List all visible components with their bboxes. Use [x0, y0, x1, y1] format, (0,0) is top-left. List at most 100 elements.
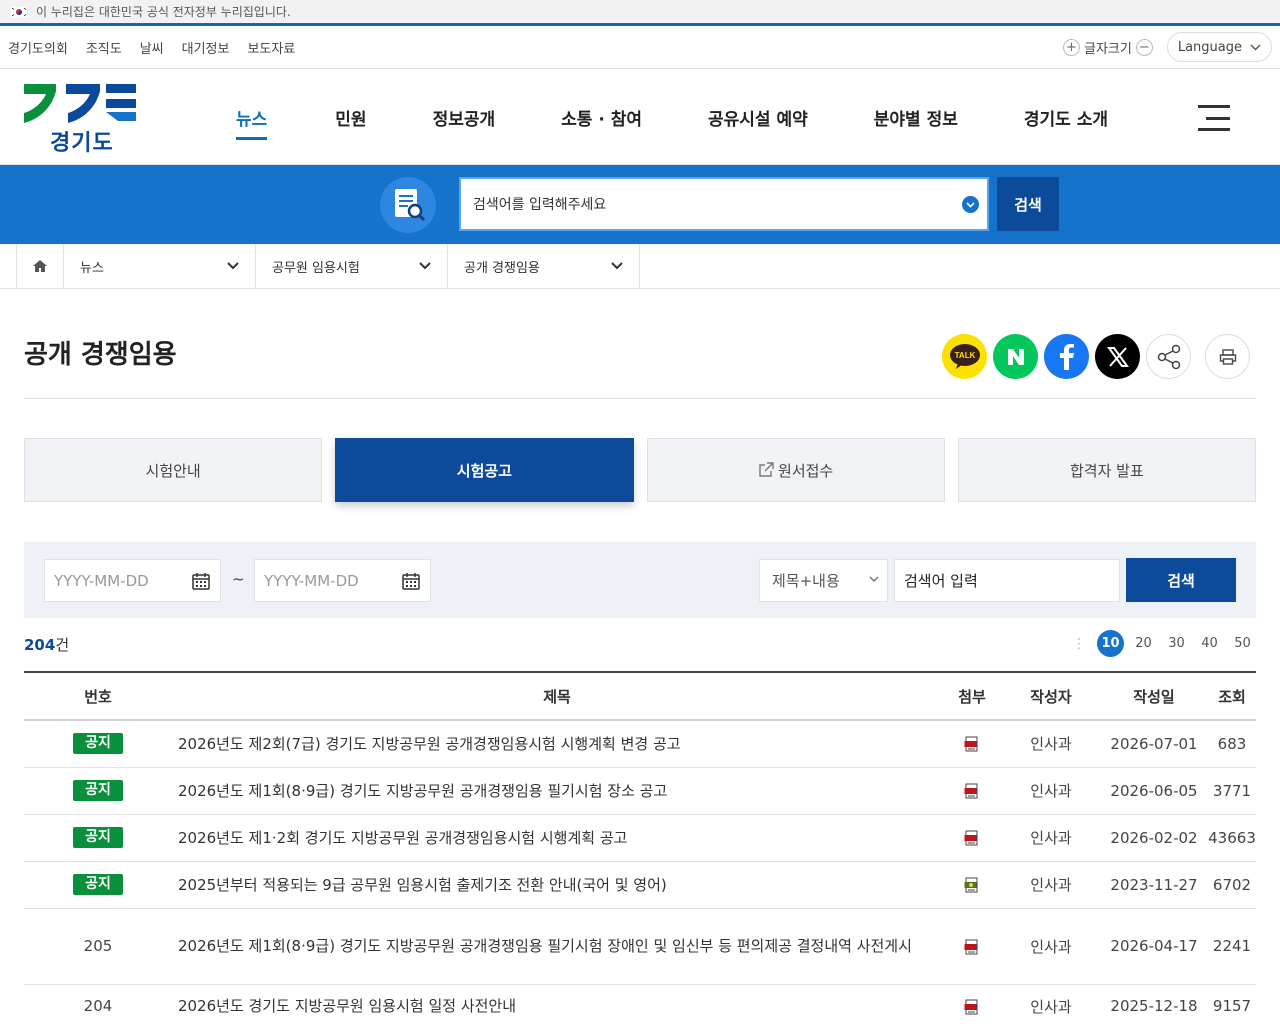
menu-icon[interactable] — [1198, 105, 1230, 131]
start-date-input[interactable]: YYYY-MM-DD — [44, 559, 221, 602]
calendar-icon[interactable] — [402, 572, 420, 590]
font-size-decrease-button[interactable]: − — [1135, 38, 1153, 56]
row-title-link[interactable]: 2026년도 제1·2회 경기도 지방공무원 공개경쟁임용시험 시행계획 공고 — [172, 814, 942, 862]
page-size-selector: ⋮ 10 20 30 40 50 — [1072, 630, 1256, 657]
breadcrumb-civil-exam[interactable]: 공무원 임용시험 — [256, 244, 448, 288]
header-author: 작성자 — [1002, 671, 1100, 721]
row-title-link[interactable]: 2026년도 제1회(8·9급) 경기도 지방공무원 공개경쟁임용 필기시험 장… — [172, 908, 942, 985]
table-header-row: 번호 제목 첨부 작성자 작성일 조회 — [24, 671, 1256, 721]
facebook-share-button[interactable] — [1044, 334, 1089, 379]
nav-participation[interactable]: 소통 · 참여 — [561, 101, 642, 134]
row-number: 공지 — [24, 720, 172, 768]
x-icon — [1106, 346, 1129, 367]
row-number: 204 — [83, 997, 113, 1016]
tab-exam-guide[interactable]: 시험안내 — [24, 438, 323, 502]
row-date: 2026-04-17 — [1100, 908, 1208, 985]
search-filter: YYYY-MM-DD ~ YYYY-MM-DD 제목+내용 검색어 입력 검색 — [24, 542, 1256, 618]
nav-civil[interactable]: 민원 — [335, 101, 366, 134]
table-row[interactable]: 205 2026년도 제1회(8·9급) 경기도 지방공무원 공개경쟁임용 필기… — [24, 908, 1256, 985]
pdf-file-icon[interactable] — [964, 939, 980, 955]
row-views: 43663 — [1208, 814, 1256, 862]
breadcrumb-open-competition[interactable]: 공개 경쟁임용 — [448, 244, 640, 288]
util-link-council[interactable]: 경기도의회 — [8, 38, 68, 57]
page-size-40[interactable]: 40 — [1196, 630, 1223, 657]
table-body: 공지 2026년도 제2회(7급) 경기도 지방공무원 공개경쟁임용시험 시행계… — [24, 720, 1256, 1024]
breadcrumb-news[interactable]: 뉴스 — [64, 244, 256, 288]
kakaotalk-share-button[interactable]: TALK — [942, 334, 987, 379]
page-size-20[interactable]: 20 — [1130, 630, 1157, 657]
table-row[interactable]: 공지 2025년부터 적용되는 9급 공무원 임용시험 출제기조 전환 안내(국… — [24, 861, 1256, 909]
row-title-link[interactable]: 2025년부터 적용되는 9급 공무원 임용시험 출제기조 전환 안내(국어 및… — [172, 861, 942, 909]
end-date-input[interactable]: YYYY-MM-DD — [254, 559, 431, 602]
gov-banner-text: 이 누리집은 대한민국 공식 전자정부 누리집입니다. — [36, 5, 291, 19]
language-button[interactable]: Language — [1166, 32, 1272, 62]
result-count: 204건 — [24, 634, 69, 655]
page-size-30[interactable]: 30 — [1163, 630, 1190, 657]
site-search-input[interactable]: 검색어를 입력해주세요 — [459, 177, 989, 231]
table-row[interactable]: 공지 2026년도 제1·2회 경기도 지방공무원 공개경쟁임용시험 시행계획 … — [24, 814, 1256, 862]
calendar-icon[interactable] — [192, 572, 210, 590]
row-title-link[interactable]: 2026년도 제1회(8·9급) 경기도 지방공무원 공개경쟁임용 필기시험 장… — [172, 767, 942, 815]
page-title: 공개 경쟁임용 — [24, 340, 177, 370]
nav-facility-booking[interactable]: 공유시설 예약 — [708, 101, 808, 134]
breadcrumb-label: 공무원 임용시험 — [272, 260, 360, 276]
x-share-button[interactable] — [1095, 334, 1140, 379]
utility-right: + 글자크기 − Language — [1063, 32, 1272, 62]
gyeonggi-logo-mark-icon — [24, 84, 136, 123]
row-author: 인사과 — [1030, 997, 1072, 1016]
print-button[interactable] — [1205, 334, 1250, 379]
share-link-button[interactable] — [1146, 334, 1191, 379]
util-link-org-chart[interactable]: 조직도 — [86, 38, 122, 57]
font-size-increase-button[interactable]: + — [1063, 38, 1080, 56]
pdf-file-icon[interactable] — [964, 830, 980, 846]
row-author: 인사과 — [1002, 720, 1100, 768]
font-size-label: 글자크기 — [1084, 41, 1132, 57]
page-size-50[interactable]: 50 — [1229, 630, 1256, 657]
row-date: 2023-11-27 — [1100, 861, 1208, 909]
page-size-10[interactable]: 10 — [1097, 630, 1124, 657]
chevron-down-icon — [1250, 43, 1261, 51]
search-type-select[interactable]: 제목+내용 — [759, 559, 888, 602]
tab-results[interactable]: 합격자 발표 — [957, 438, 1256, 502]
row-number: 공지 — [24, 861, 172, 909]
image-file-icon[interactable] — [964, 877, 980, 893]
pdf-file-icon[interactable] — [964, 783, 980, 799]
keyword-input[interactable]: 검색어 입력 — [894, 559, 1120, 602]
nav-about[interactable]: 경기도 소개 — [1024, 101, 1108, 134]
chevron-down-icon[interactable] — [962, 196, 979, 213]
pdf-file-icon[interactable] — [964, 999, 980, 1015]
header-title: 제목 — [172, 671, 942, 721]
board-search-button[interactable]: 검색 — [1126, 558, 1236, 602]
tab-label: 합격자 발표 — [1069, 461, 1144, 480]
result-count-number: 204 — [24, 636, 56, 654]
tab-label: 원서접수 — [778, 461, 834, 480]
naver-icon — [1007, 348, 1024, 365]
tab-label: 시험공고 — [456, 461, 512, 480]
nav-news[interactable]: 뉴스 — [236, 101, 268, 140]
tab-application[interactable]: 원서접수 — [646, 438, 945, 502]
naver-share-button[interactable] — [993, 334, 1038, 379]
util-link-press[interactable]: 보도자료 — [247, 38, 295, 57]
row-title-link[interactable]: 2026년도 제2회(7급) 경기도 지방공무원 공개경쟁임용시험 시행계획 변… — [172, 720, 942, 768]
notice-board-table: 번호 제목 첨부 작성자 작성일 조회 공지 2026년도 제2회(7급) 경기… — [24, 671, 1256, 1024]
tab-exam-notice[interactable]: 시험공고 — [335, 438, 634, 502]
site-search-button[interactable]: 검색 — [997, 177, 1059, 231]
row-date: 2025-12-18 — [1110, 997, 1198, 1016]
row-views: 6702 — [1208, 861, 1256, 909]
pdf-file-icon[interactable] — [964, 736, 980, 752]
util-link-air-quality[interactable]: 대기정보 — [182, 38, 230, 57]
breadcrumb-label: 뉴스 — [80, 260, 104, 276]
table-row[interactable]: 공지 2026년도 제2회(7급) 경기도 지방공무원 공개경쟁임용시험 시행계… — [24, 720, 1256, 768]
nav-field-info[interactable]: 분야별 정보 — [874, 101, 958, 134]
search-type-value: 제목+내용 — [772, 572, 840, 590]
chevron-down-icon — [869, 576, 879, 582]
home-icon[interactable] — [16, 244, 64, 288]
row-title-link[interactable]: 2026년도 경기도 지방공무원 임용시험 일정 사전안내 — [172, 984, 942, 1024]
table-row[interactable]: 204 2026년도 경기도 지방공무원 임용시험 일정 사전안내 인사과 20… — [24, 984, 1256, 1024]
tab-label: 시험안내 — [145, 461, 201, 480]
row-date: 2026-02-02 — [1100, 814, 1208, 862]
util-link-weather[interactable]: 날씨 — [140, 38, 164, 57]
nav-info-disclosure[interactable]: 정보공개 — [433, 101, 496, 134]
main-navigation: 경기도 뉴스 민원 정보공개 소통 · 참여 공유시설 예약 분야별 정보 경기… — [0, 69, 1280, 165]
table-row[interactable]: 공지 2026년도 제1회(8·9급) 경기도 지방공무원 공개경쟁임용 필기시… — [24, 767, 1256, 815]
